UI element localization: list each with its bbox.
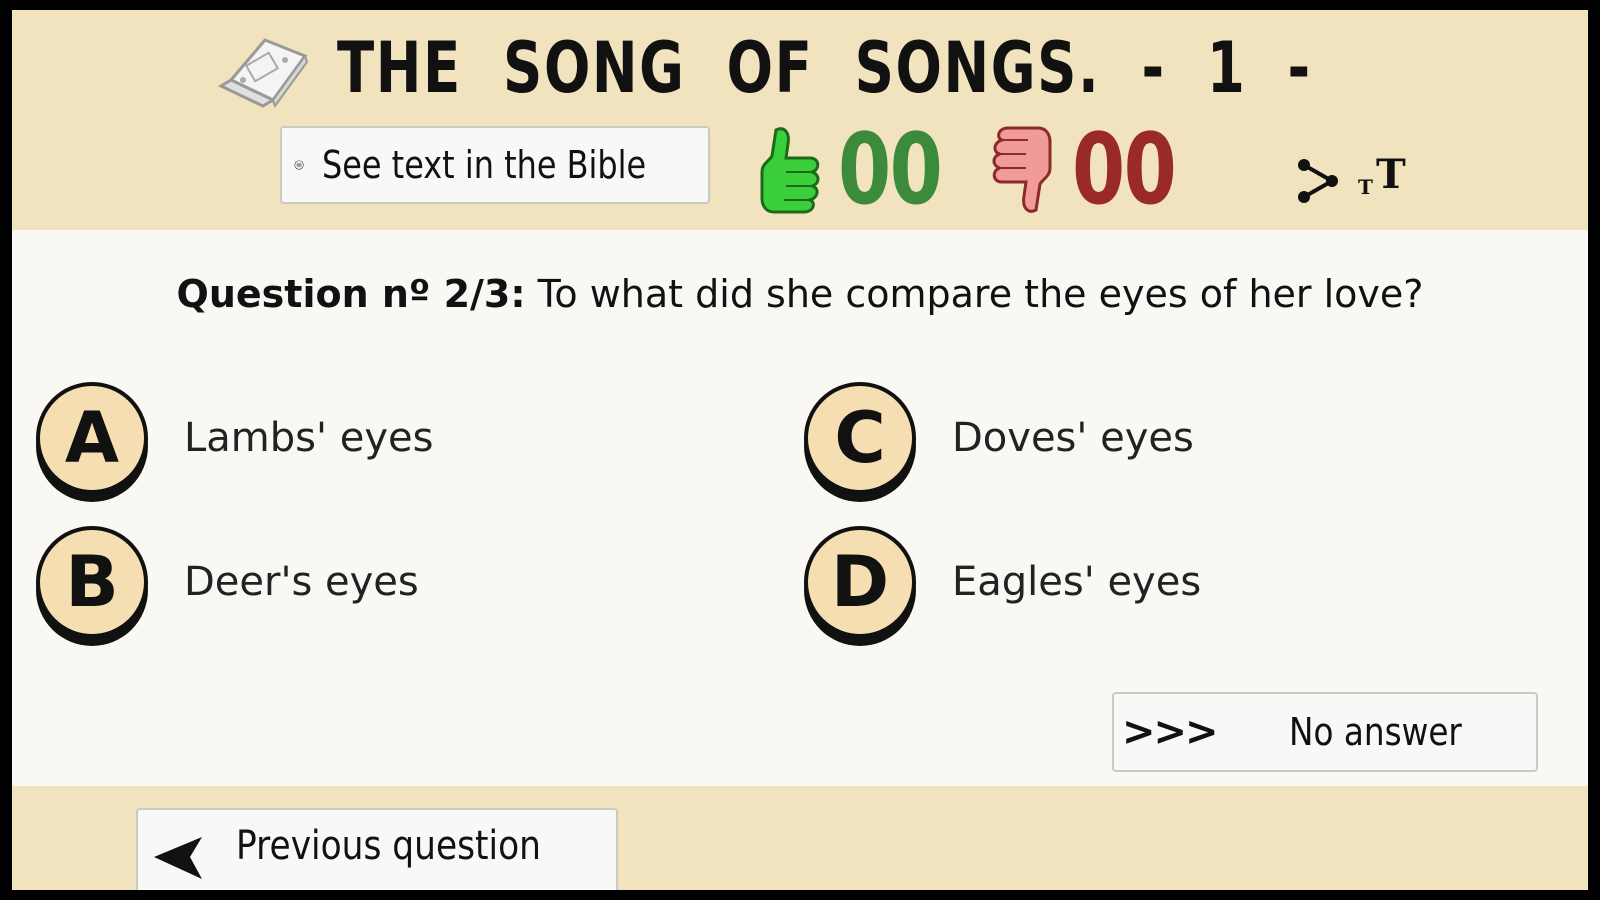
book-icon — [217, 38, 309, 108]
no-answer-button[interactable]: >>> No answer — [1112, 692, 1538, 772]
answer-text-b: Deer's eyes — [184, 559, 419, 605]
question: Question nº 2/3: To what did she compare… — [12, 272, 1588, 316]
answer-option-a[interactable]: A Lambs' eyes — [36, 382, 433, 494]
page-title: THE SONG OF SONGS. - 1 - — [337, 27, 1312, 109]
see-text-in-bible-button[interactable]: See text in the Bible — [280, 126, 710, 204]
svg-text:T: T — [1358, 175, 1373, 199]
answer-letter-b: B — [36, 526, 148, 638]
wrong-count: 00 — [1072, 113, 1177, 227]
text-size-icon[interactable]: T T — [1352, 150, 1410, 200]
footer: Previous question — [12, 786, 1588, 890]
answer-text-a: Lambs' eyes — [184, 415, 434, 461]
answer-option-d[interactable]: D Eagles' eyes — [804, 526, 1201, 638]
answer-letter-c: C — [804, 382, 916, 494]
no-answer-label: No answer — [1288, 710, 1462, 754]
previous-question-button[interactable]: Previous question — [136, 808, 618, 890]
title-row: THE SONG OF SONGS. - 1 - — [12, 18, 1588, 118]
header: THE SONG OF SONGS. - 1 - See text in the… — [12, 10, 1588, 230]
correct-score: 00 — [754, 113, 970, 227]
wrong-score: 00 — [988, 113, 1204, 227]
see-text-in-bible-label: See text in the Bible — [322, 143, 647, 187]
forward-arrows-icon: >>> — [1122, 709, 1219, 755]
previous-question-label: Previous question — [236, 823, 541, 869]
app-frame: THE SONG OF SONGS. - 1 - See text in the… — [12, 10, 1588, 890]
answer-text-c: Doves' eyes — [952, 415, 1194, 461]
question-number: Question nº 2/3: — [176, 272, 526, 316]
thumbs-up-icon — [760, 127, 820, 214]
thumbs-down-icon — [992, 126, 1052, 213]
list-icon — [294, 160, 304, 170]
arrow-left-icon — [154, 837, 202, 879]
answer-option-c[interactable]: C Doves' eyes — [804, 382, 1194, 494]
share-icon[interactable] — [1294, 155, 1340, 205]
svg-text:T: T — [1376, 151, 1406, 198]
answer-letter-d: D — [804, 526, 916, 638]
answer-letter-a: A — [36, 382, 148, 494]
question-text: To what did she compare the eyes of her … — [525, 272, 1424, 316]
answer-option-b[interactable]: B Deer's eyes — [36, 526, 419, 638]
correct-count: 00 — [838, 113, 943, 227]
answer-text-d: Eagles' eyes — [952, 559, 1202, 605]
